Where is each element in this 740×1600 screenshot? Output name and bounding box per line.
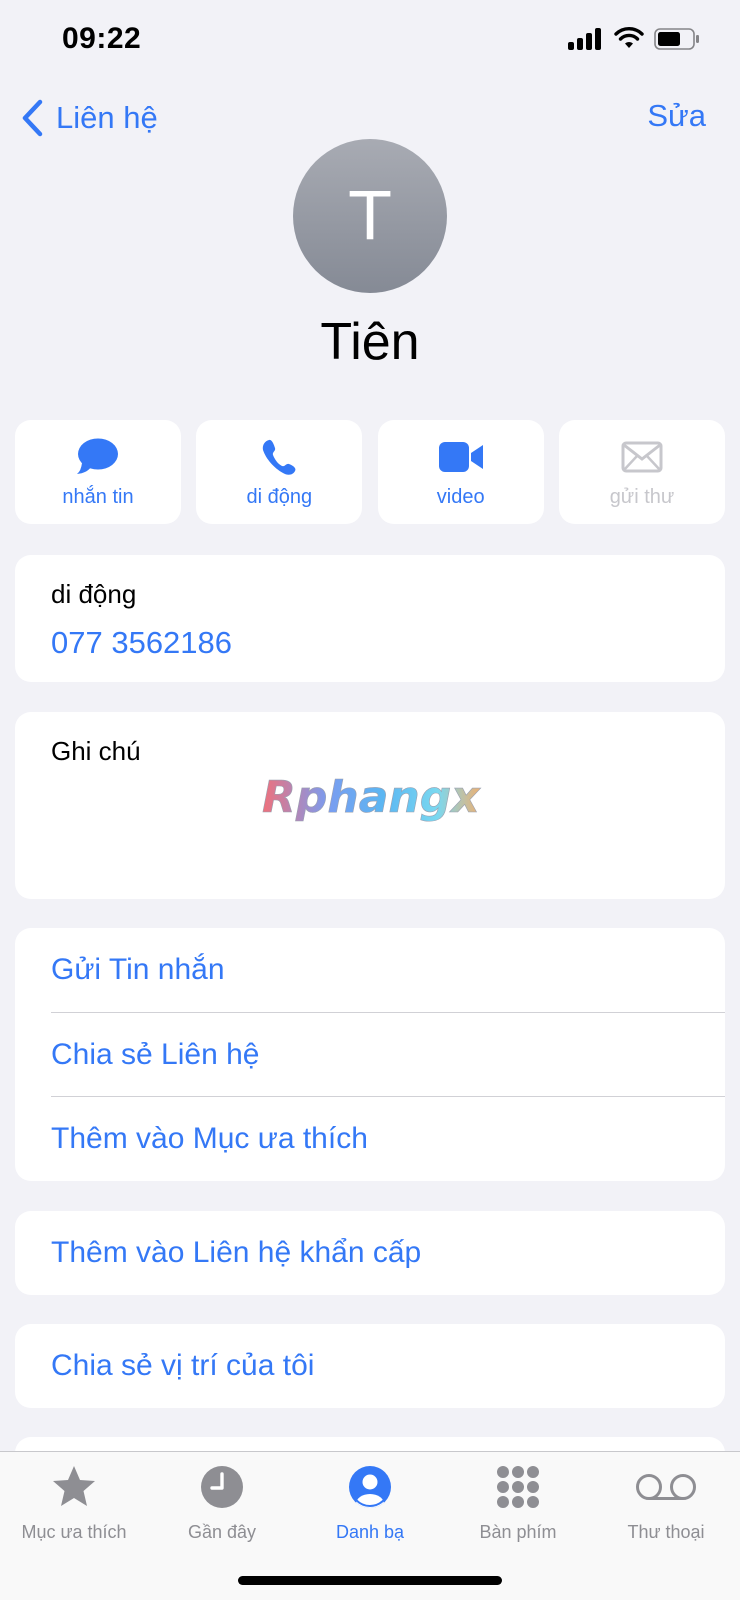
keypad-icon xyxy=(495,1464,541,1510)
message-button[interactable]: nhắn tin xyxy=(15,420,181,524)
phone-card: di động 077 3562186 xyxy=(15,555,725,682)
add-emergency-contact-row[interactable]: Thêm vào Liên hệ khẩn cấp xyxy=(51,1211,725,1295)
tab-voicemail[interactable]: Thư thoại xyxy=(592,1464,740,1543)
person-circle-icon xyxy=(347,1464,393,1510)
share-location-row[interactable]: Chia sẻ vị trí của tôi xyxy=(51,1324,725,1408)
tab-favorites[interactable]: Mục ưa thích xyxy=(0,1464,148,1543)
quick-actions: nhắn tin di động video gửi thư xyxy=(15,420,725,524)
phone-label: di động xyxy=(51,579,137,609)
share-contact-row[interactable]: Chia sẻ Liên hệ xyxy=(51,1013,725,1097)
mail-icon xyxy=(617,436,667,478)
video-icon xyxy=(436,436,486,478)
tab-keypad[interactable]: Bàn phím xyxy=(444,1464,592,1543)
home-indicator xyxy=(238,1576,502,1585)
video-button[interactable]: video xyxy=(377,420,544,524)
call-button[interactable]: di động xyxy=(196,420,363,524)
svg-text:Rphangx: Rphangx xyxy=(262,772,481,823)
share-location-card: Chia sẻ vị trí của tôi xyxy=(15,1324,725,1408)
watermark-logo: Rphangx xyxy=(262,772,482,824)
cellular-signal-icon xyxy=(568,28,604,50)
avatar-initial: T xyxy=(349,177,391,255)
wifi-icon xyxy=(614,27,644,48)
star-icon xyxy=(51,1464,97,1510)
edit-button[interactable]: Sửa xyxy=(647,98,706,134)
phone-icon xyxy=(254,436,304,478)
message-label: nhắn tin xyxy=(62,486,134,508)
options-card: Gửi Tin nhắn Chia sẻ Liên hệ Thêm vào Mụ… xyxy=(15,928,725,1181)
tab-voicemail-label: Thư thoại xyxy=(627,1522,705,1542)
tab-recents[interactable]: Gần đây xyxy=(148,1464,296,1543)
call-label: di động xyxy=(246,486,313,508)
send-message-row[interactable]: Gửi Tin nhắn xyxy=(51,928,725,1012)
status-bar: 09:22 xyxy=(0,0,740,80)
voicemail-icon xyxy=(635,1464,697,1510)
mail-label: gửi thư xyxy=(609,486,675,508)
message-icon xyxy=(73,436,123,478)
video-label: video xyxy=(436,486,485,508)
battery-icon xyxy=(654,28,699,50)
back-label: Liên hệ xyxy=(56,100,158,135)
chevron-left-icon xyxy=(22,99,43,137)
phone-number[interactable]: 077 3562186 xyxy=(51,625,232,661)
notes-card[interactable]: Ghi chú Rphangx xyxy=(15,712,725,899)
tab-keypad-label: Bàn phím xyxy=(479,1522,557,1542)
back-button[interactable]: Liên hệ xyxy=(20,96,158,140)
tab-contacts[interactable]: Danh bạ xyxy=(296,1464,444,1543)
notes-label: Ghi chú xyxy=(51,736,141,766)
tab-contacts-label: Danh bạ xyxy=(335,1522,405,1542)
tab-favorites-label: Mục ưa thích xyxy=(21,1522,127,1542)
avatar: T xyxy=(293,139,447,293)
tab-recents-label: Gần đây xyxy=(187,1522,257,1542)
status-time: 09:22 xyxy=(62,22,142,55)
add-to-favorites-row[interactable]: Thêm vào Mục ưa thích xyxy=(51,1097,725,1181)
mail-button[interactable]: gửi thư xyxy=(558,420,725,524)
contact-name: Tiên xyxy=(320,313,420,371)
emergency-card: Thêm vào Liên hệ khẩn cấp xyxy=(15,1211,725,1295)
clock-icon xyxy=(199,1464,245,1510)
